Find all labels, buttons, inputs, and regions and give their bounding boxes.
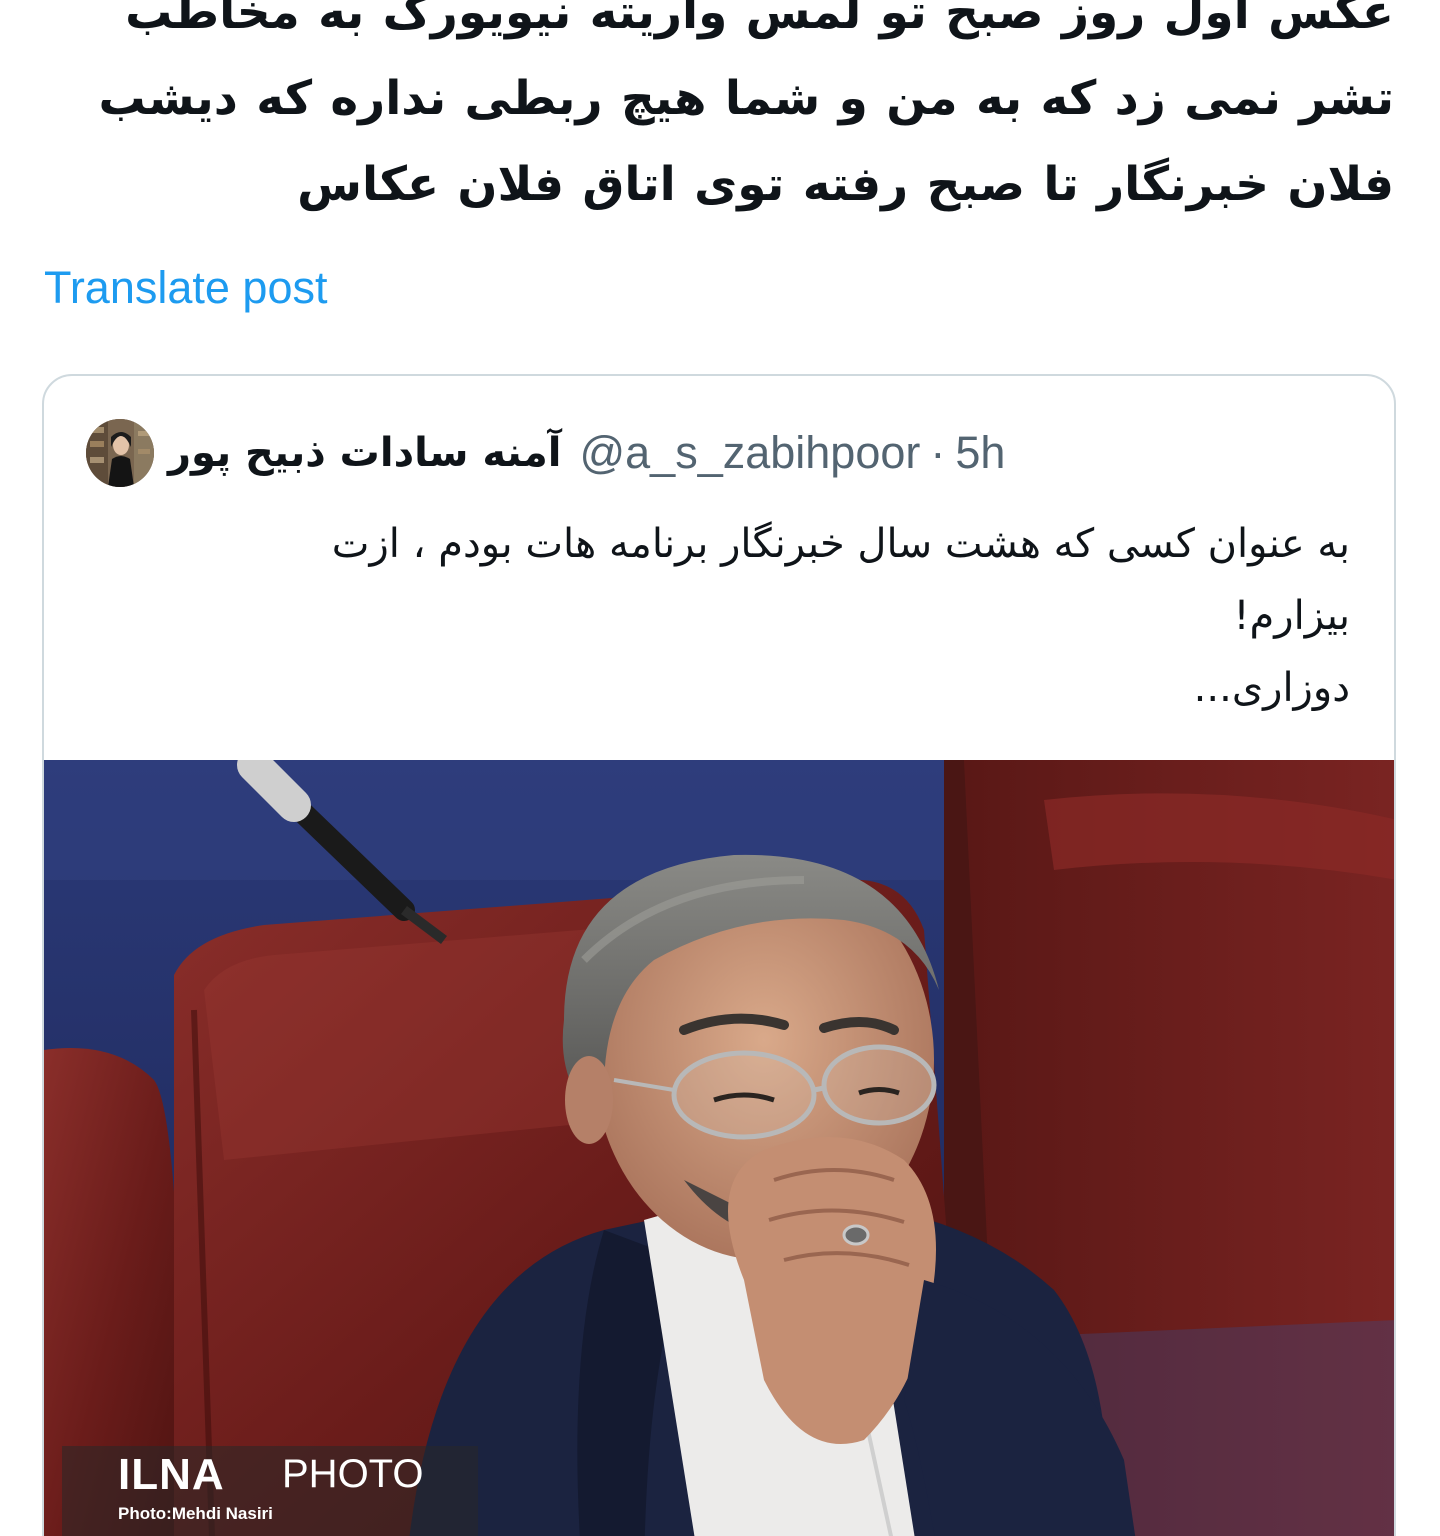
quoted-tweet-header: آمنه سادات ذبیح پور @a_s_zabihpoor · 5h [86,418,1005,488]
quoted-author-name[interactable]: آمنه سادات ذبیح پور [168,430,561,476]
photo-watermark: ILNA PHOTO Photo:Mehdi Nasiri [62,1446,478,1536]
tweet-text-line: فلان خبرنگار تا صبح رفته توی اتاق فلان ع… [297,157,1394,212]
photo-credit: Photo:Mehdi Nasiri [118,1504,273,1523]
quoted-tweet-time[interactable]: 5h [955,427,1005,479]
quoted-body-line: دوزاری... [1193,665,1350,711]
translate-post-link[interactable]: Translate post [44,262,327,314]
quoted-body-line: به عنوان کسی که هشت سال خبرنگار برنامه ه… [331,521,1350,567]
quoted-tweet-body: به عنوان کسی که هشت سال خبرنگار برنامه ه… [110,508,1350,724]
separator-dot: · [930,427,946,478]
quoted-body-line: بیزارم! [1233,593,1350,639]
quoted-tweet-photo[interactable] [44,760,1394,1536]
quoted-tweet-card[interactable]: آمنه سادات ذبیح پور @a_s_zabihpoor · 5h … [42,374,1396,1536]
avatar[interactable] [86,419,154,487]
tweet-text: عکس اول روز صبح تو لمس واریته نیویورک به… [94,0,1394,228]
avatar-image [86,419,154,487]
tweet-text-line: تشر نمی زد که به من و شما هیچ ربطی نداره… [98,71,1394,126]
photo-illustration [44,760,1394,1536]
watermark-label: PHOTO [282,1452,424,1496]
quoted-author-handle[interactable]: @a_s_zabihpoor [579,427,920,479]
watermark-brand: ILNA [118,1450,225,1499]
tweet-detail-page: عکس اول روز صبح تو لمس واریته نیویورک به… [0,0,1440,1536]
tweet-text-line: عکس اول روز صبح تو لمس واریته نیویورک به… [125,0,1394,40]
